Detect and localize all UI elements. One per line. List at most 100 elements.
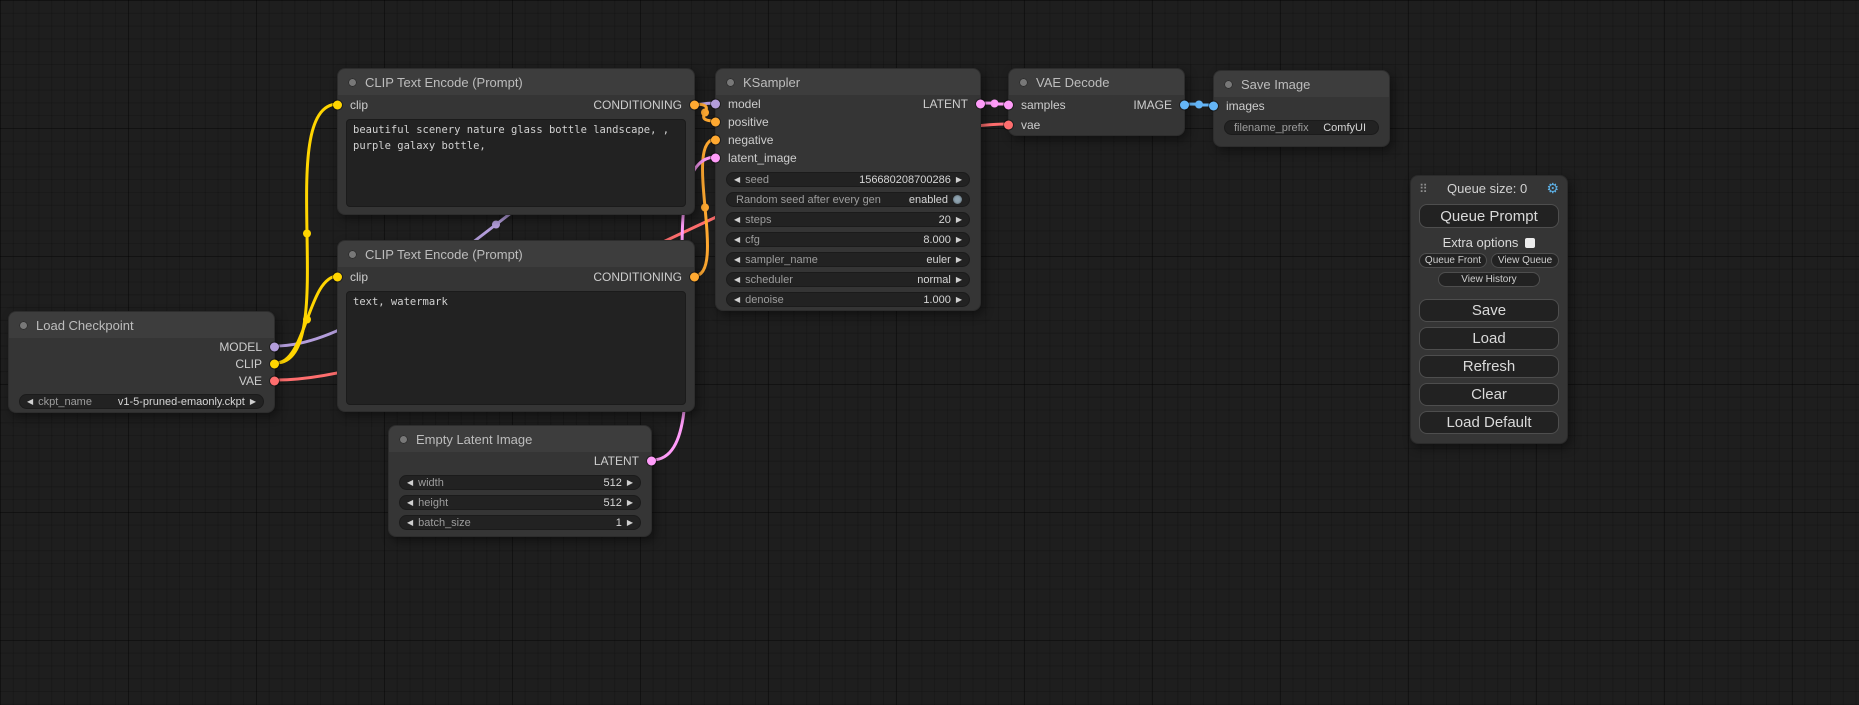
node-titlebar[interactable]: Save Image <box>1214 71 1389 97</box>
node-load-checkpoint[interactable]: Load Checkpoint MODEL CLIP VAE ◀ ckpt_na… <box>8 311 275 413</box>
output-port-clip[interactable] <box>270 359 279 368</box>
widget-random-seed-toggle[interactable]: Random seed after every gen enabled <box>726 192 970 207</box>
node-clip-text-encode-positive[interactable]: CLIP Text Encode (Prompt) clip CONDITION… <box>337 68 695 215</box>
decrement-arrow-icon[interactable]: ◀ <box>27 398 33 406</box>
decrement-arrow-icon[interactable]: ◀ <box>734 276 740 284</box>
node-titlebar[interactable]: Load Checkpoint <box>9 312 274 338</box>
input-port-vae[interactable] <box>1004 121 1013 130</box>
drag-handle-icon[interactable]: ⠿ <box>1419 182 1428 196</box>
widget-filename-prefix[interactable]: filename_prefix ComfyUI <box>1224 120 1379 135</box>
increment-arrow-icon[interactable]: ▶ <box>956 216 962 224</box>
node-titlebar[interactable]: CLIP Text Encode (Prompt) <box>338 241 694 267</box>
output-port-model[interactable] <box>270 342 279 351</box>
link-midpoint-dot[interactable] <box>492 221 500 229</box>
collapse-dot-icon[interactable] <box>399 435 408 444</box>
node-titlebar[interactable]: VAE Decode <box>1009 69 1184 95</box>
decrement-arrow-icon[interactable]: ◀ <box>734 256 740 264</box>
decrement-arrow-icon[interactable]: ◀ <box>734 216 740 224</box>
widget-denoise[interactable]: ◀ denoise 1.000 ▶ <box>726 292 970 307</box>
widget-width[interactable]: ◀ width 512 ▶ <box>399 475 641 490</box>
decrement-arrow-icon[interactable]: ◀ <box>734 176 740 184</box>
load-button[interactable]: Load <box>1419 327 1559 350</box>
link-midpoint-dot[interactable] <box>303 316 311 324</box>
widget-scheduler[interactable]: ◀ scheduler normal ▶ <box>726 272 970 287</box>
input-port-positive[interactable] <box>711 118 720 127</box>
increment-arrow-icon[interactable]: ▶ <box>250 398 256 406</box>
view-history-button[interactable]: View History <box>1438 272 1540 287</box>
widget-batch-size[interactable]: ◀ batch_size 1 ▶ <box>399 515 641 530</box>
input-port-images[interactable] <box>1209 102 1218 111</box>
widget-label: scheduler <box>745 274 793 286</box>
node-save-image[interactable]: Save Image images filename_prefix ComfyU… <box>1213 70 1390 147</box>
decrement-arrow-icon[interactable]: ◀ <box>407 499 413 507</box>
input-port-clip[interactable] <box>333 273 342 282</box>
decrement-arrow-icon[interactable]: ◀ <box>734 296 740 304</box>
input-port-clip[interactable] <box>333 101 342 110</box>
link-midpoint-dot[interactable] <box>701 109 709 117</box>
collapse-dot-icon[interactable] <box>348 250 357 259</box>
increment-arrow-icon[interactable]: ▶ <box>627 519 633 527</box>
increment-arrow-icon[interactable]: ▶ <box>627 499 633 507</box>
node-titlebar[interactable]: KSampler <box>716 69 980 95</box>
input-port-latent-image[interactable] <box>711 154 720 163</box>
decrement-arrow-icon[interactable]: ◀ <box>407 519 413 527</box>
link-midpoint-dot[interactable] <box>991 100 999 108</box>
output-port-conditioning[interactable] <box>690 101 699 110</box>
node-ksampler[interactable]: KSampler model LATENT positive negative … <box>715 68 981 311</box>
settings-gear-icon[interactable]: ⚙ <box>1546 180 1559 197</box>
prompt-textarea[interactable]: beautiful scenery nature glass bottle la… <box>346 119 686 207</box>
toggle-knob-icon[interactable] <box>953 195 962 204</box>
output-port-latent[interactable] <box>976 100 985 109</box>
widget-height[interactable]: ◀ height 512 ▶ <box>399 495 641 510</box>
queue-front-button[interactable]: Queue Front <box>1419 253 1487 268</box>
view-queue-button[interactable]: View Queue <box>1491 253 1559 268</box>
input-port-model[interactable] <box>711 100 720 109</box>
widget-seed[interactable]: ◀ seed 156680208700286 ▶ <box>726 172 970 187</box>
decrement-arrow-icon[interactable]: ◀ <box>407 479 413 487</box>
refresh-button[interactable]: Refresh <box>1419 355 1559 378</box>
extra-options-checkbox[interactable] <box>1525 238 1535 248</box>
increment-arrow-icon[interactable]: ▶ <box>956 236 962 244</box>
output-port-conditioning[interactable] <box>690 273 699 282</box>
clear-button[interactable]: Clear <box>1419 383 1559 406</box>
input-port-negative[interactable] <box>711 136 720 145</box>
node-titlebar[interactable]: CLIP Text Encode (Prompt) <box>338 69 694 95</box>
widget-label: filename_prefix <box>1234 122 1309 134</box>
link-midpoint-dot[interactable] <box>1195 101 1203 109</box>
collapse-dot-icon[interactable] <box>19 321 28 330</box>
input-label-images: images <box>1226 99 1265 113</box>
decrement-arrow-icon[interactable]: ◀ <box>734 236 740 244</box>
queue-prompt-button[interactable]: Queue Prompt <box>1419 204 1559 228</box>
increment-arrow-icon[interactable]: ▶ <box>956 176 962 184</box>
node-vae-decode[interactable]: VAE Decode samples IMAGE vae <box>1008 68 1185 136</box>
collapse-dot-icon[interactable] <box>1224 80 1233 89</box>
node-clip-text-encode-negative[interactable]: CLIP Text Encode (Prompt) clip CONDITION… <box>337 240 695 412</box>
input-label-model: model <box>728 97 761 111</box>
increment-arrow-icon[interactable]: ▶ <box>956 276 962 284</box>
save-button[interactable]: Save <box>1419 299 1559 322</box>
output-port-latent[interactable] <box>647 457 656 466</box>
node-graph-canvas[interactable]: Load Checkpoint MODEL CLIP VAE ◀ ckpt_na… <box>0 0 1859 705</box>
node-empty-latent-image[interactable]: Empty Latent Image LATENT ◀ width 512 ▶ … <box>388 425 652 537</box>
widget-steps[interactable]: ◀ steps 20 ▶ <box>726 212 970 227</box>
collapse-dot-icon[interactable] <box>1019 78 1028 87</box>
collapse-dot-icon[interactable] <box>726 78 735 87</box>
slot-row: clip CONDITIONING <box>338 267 694 287</box>
link-midpoint-dot[interactable] <box>701 204 709 212</box>
node-titlebar[interactable]: Empty Latent Image <box>389 426 651 452</box>
prompt-textarea[interactable]: text, watermark <box>346 291 686 405</box>
output-label-conditioning: CONDITIONING <box>593 98 682 112</box>
link-midpoint-dot[interactable] <box>303 230 311 238</box>
increment-arrow-icon[interactable]: ▶ <box>956 256 962 264</box>
load-default-button[interactable]: Load Default <box>1419 411 1559 434</box>
input-port-samples[interactable] <box>1004 101 1013 110</box>
widget-ckpt-name[interactable]: ◀ ckpt_name v1-5-pruned-emaonly.ckpt ▶ <box>19 394 264 409</box>
collapse-dot-icon[interactable] <box>348 78 357 87</box>
output-port-vae[interactable] <box>270 376 279 385</box>
output-port-image[interactable] <box>1180 101 1189 110</box>
widget-cfg[interactable]: ◀ cfg 8.000 ▶ <box>726 232 970 247</box>
increment-arrow-icon[interactable]: ▶ <box>627 479 633 487</box>
node-title-label: CLIP Text Encode (Prompt) <box>365 75 523 90</box>
increment-arrow-icon[interactable]: ▶ <box>956 296 962 304</box>
widget-sampler-name[interactable]: ◀ sampler_name euler ▶ <box>726 252 970 267</box>
